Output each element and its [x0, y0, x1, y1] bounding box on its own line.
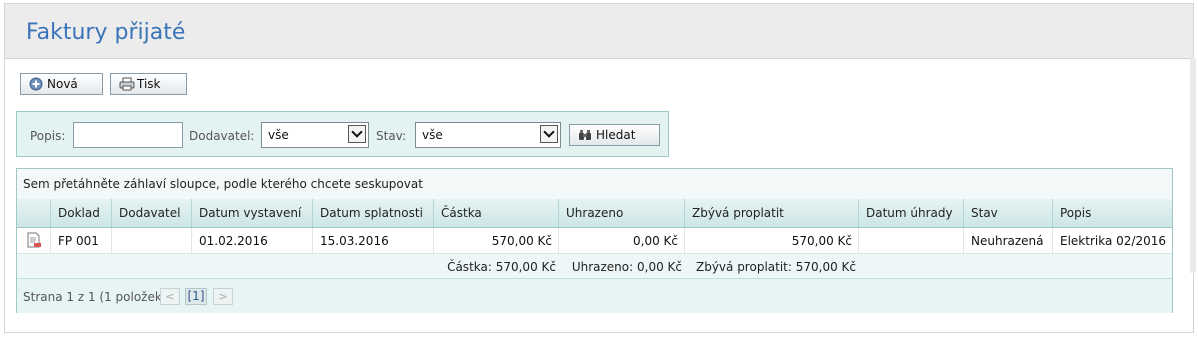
chevron-down-icon[interactable] — [540, 125, 558, 143]
cell-zbyva-proplatit: 570,00 Kč — [684, 228, 858, 253]
column-header-stav[interactable]: Stav — [963, 199, 1052, 227]
print-button-label: Tisk — [137, 77, 161, 91]
invoice-grid: Sem přetáhněte záhlaví sloupce, podle kt… — [16, 168, 1173, 313]
pager-summary: Strana 1 z 1 (1 položek) — [23, 290, 167, 304]
new-button-label: Nová — [47, 77, 78, 91]
new-button[interactable]: Nová — [20, 73, 103, 95]
cell-popis: Elektrika 02/2016 — [1052, 228, 1172, 253]
column-header-uhrazeno[interactable]: Uhrazeno — [558, 199, 684, 227]
column-header-popis[interactable]: Popis — [1052, 199, 1172, 227]
column-header-castka[interactable]: Částka — [433, 199, 558, 227]
cell-castka: 570,00 Kč — [433, 228, 558, 253]
stav-filter-value: vše — [422, 128, 443, 142]
cell-uhrazeno: 0,00 Kč — [558, 228, 684, 253]
total-zbyva: Zbývá proplatit: 570,00 Kč — [695, 260, 856, 274]
print-button[interactable]: Tisk — [110, 73, 187, 95]
column-header-icon — [17, 199, 50, 227]
dodavatel-filter-value: vše — [268, 128, 289, 142]
add-icon — [29, 77, 43, 91]
binoculars-icon — [578, 128, 592, 142]
column-header-zbyva-proplatit[interactable]: Zbývá proplatit — [684, 199, 858, 227]
stav-filter-select[interactable]: vše — [415, 122, 561, 148]
cell-datum-splatnosti: 15.03.2016 — [312, 228, 433, 253]
search-button-label: Hledat — [596, 128, 636, 142]
next-page-button[interactable]: > — [213, 288, 233, 305]
dodavatel-filter-select[interactable]: vše — [261, 122, 369, 148]
total-castka: Částka: 570,00 Kč — [447, 260, 556, 274]
document-icon[interactable] — [27, 232, 41, 251]
group-hint: Sem přetáhněte záhlaví sloupce, podle kt… — [23, 177, 423, 191]
printer-icon — [119, 77, 135, 91]
column-header-doklad[interactable]: Doklad — [50, 199, 111, 227]
search-button[interactable]: Hledat — [569, 124, 660, 146]
chevron-down-icon[interactable] — [348, 125, 366, 143]
cell-doklad[interactable]: FP 001 — [50, 228, 111, 253]
popis-filter-label: Popis: — [30, 129, 66, 143]
total-uhrazeno: Uhrazeno: 0,00 Kč — [571, 260, 682, 274]
table-row[interactable]: FP 001 01.02.2016 15.03.2016 570,00 Kč 0… — [17, 228, 1172, 254]
column-header-datum-uhrady[interactable]: Datum úhrady — [858, 199, 963, 227]
title-bar: Faktury přijaté — [5, 4, 1193, 59]
column-header-datum-vystaveni[interactable]: Datum vystavení — [191, 199, 312, 227]
current-page-button[interactable]: [1] — [185, 288, 207, 305]
doklad-link[interactable]: FP 001 — [58, 234, 99, 248]
cell-datum-vystaveni: 01.02.2016 — [191, 228, 312, 253]
pager: Strana 1 z 1 (1 položek) < [1] > — [17, 279, 1172, 313]
stav-filter-label: Stav: — [376, 129, 407, 143]
column-header-datum-splatnosti[interactable]: Datum splatnosti — [312, 199, 433, 227]
cell-stav: Neuhrazená — [963, 228, 1052, 253]
popis-filter-input[interactable] — [73, 122, 183, 148]
cell-dodavatel — [111, 228, 191, 253]
page-title: Faktury přijaté — [26, 20, 186, 45]
cell-datum-uhrady — [858, 228, 963, 253]
dodavatel-filter-label: Dodavatel: — [189, 129, 255, 143]
grid-header: Doklad Dodavatel Datum vystavení Datum s… — [17, 199, 1172, 228]
totals-row: Částka: 570,00 Kč Uhrazeno: 0,00 Kč Zbýv… — [17, 254, 1172, 279]
scrollbar[interactable] — [1190, 58, 1196, 273]
filter-panel: Popis: Dodavatel: vše Stav: vše Hledat — [16, 111, 669, 157]
row-icon-cell[interactable] — [17, 228, 50, 253]
column-header-dodavatel[interactable]: Dodavatel — [111, 199, 191, 227]
prev-page-button[interactable]: < — [160, 288, 180, 305]
group-panel[interactable]: Sem přetáhněte záhlaví sloupce, podle kt… — [17, 169, 1172, 200]
